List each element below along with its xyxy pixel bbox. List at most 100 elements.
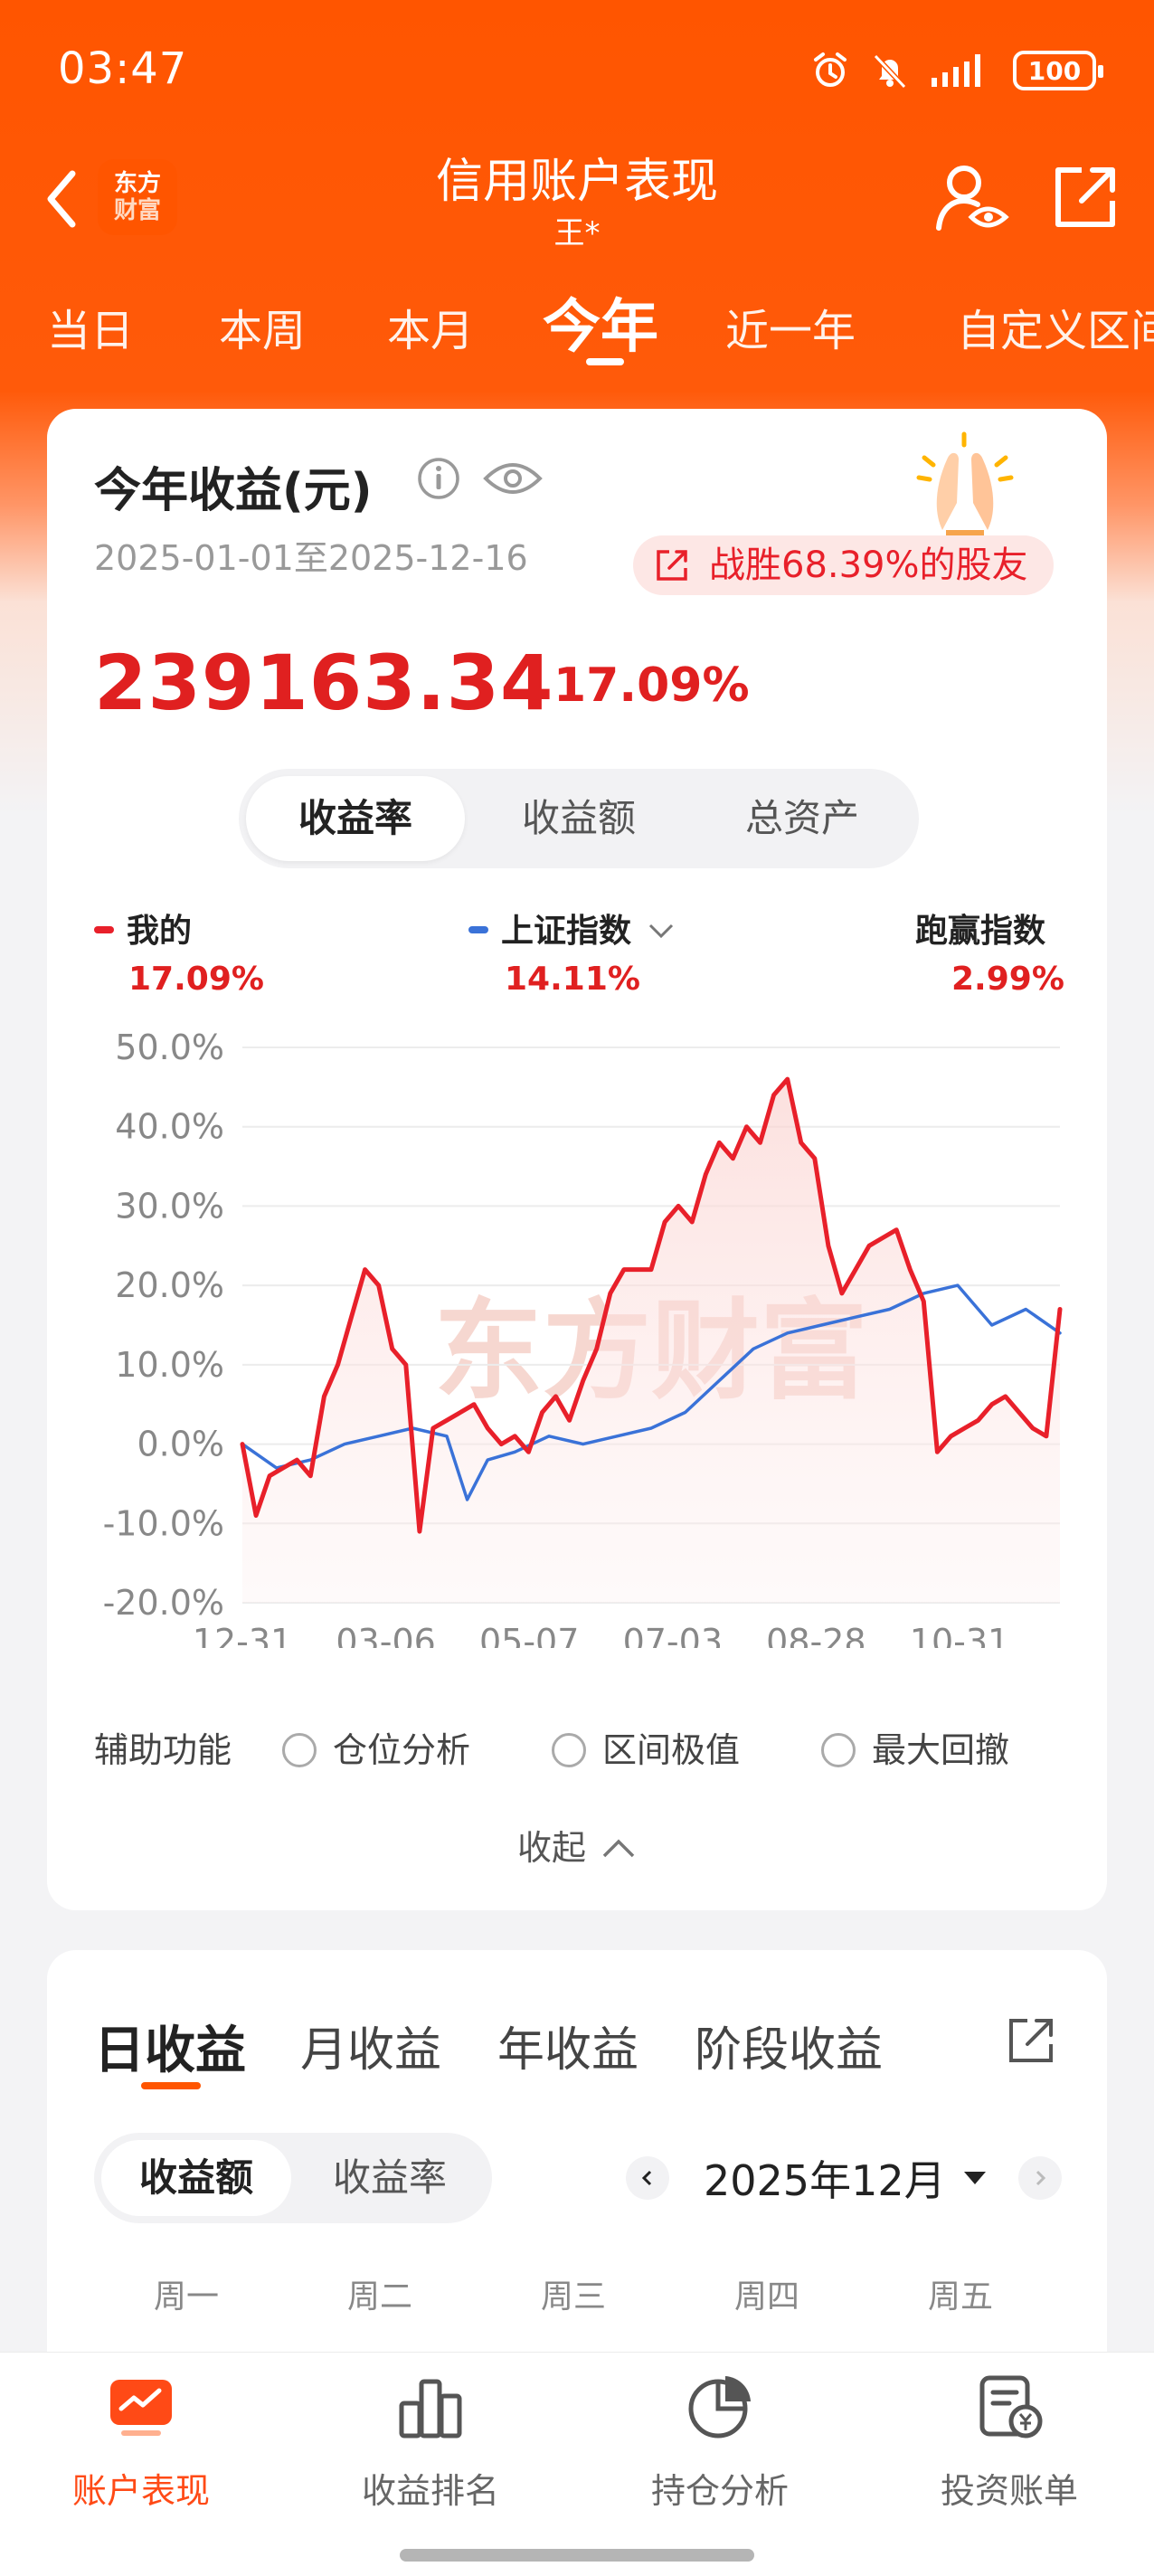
x-tick-label: 08-28	[766, 1622, 866, 1648]
status-bar: 03:47 100	[0, 0, 1154, 136]
tab-this-year[interactable]: 今年	[543, 280, 658, 364]
x-tick-label: 10-31	[910, 1622, 1009, 1648]
radio-icon	[821, 1732, 856, 1767]
tab-period-returns[interactable]: 阶段收益	[695, 2012, 883, 2079]
tab-custom-range[interactable]: 自定义区间	[957, 295, 1154, 358]
y-tick-label: -20.0%	[103, 1583, 224, 1623]
metric-return-rate[interactable]: 收益率	[246, 776, 465, 861]
series-area-fill	[242, 1079, 1060, 1603]
legend-outperform: 跑赢指数	[915, 904, 1045, 952]
nav-account-performance[interactable]: 账户表现	[14, 2371, 268, 2513]
calendar-metric-rate[interactable]: 收益率	[295, 2140, 485, 2216]
nav-label: 收益排名	[361, 2471, 499, 2511]
app-header: 东方 财富 信用账户表现 王*	[0, 136, 1154, 262]
aux-label: 辅助功能	[94, 1730, 232, 1770]
tab-last-year[interactable]: 近一年	[725, 295, 856, 358]
eye-icon[interactable]	[481, 456, 544, 501]
user-eye-icon[interactable]	[932, 157, 1013, 239]
legend-index-label: 上证指数	[501, 913, 632, 950]
tab-this-month[interactable]: 本月	[387, 295, 474, 358]
bill-icon	[979, 2375, 1043, 2439]
beat-peers-text: 战胜68.39%的股友	[709, 545, 1028, 586]
legend-mine-swatch	[94, 926, 114, 933]
nav-holding-analysis[interactable]: 持仓分析	[593, 2371, 847, 2513]
weekday-thu: 周四	[733, 2278, 799, 2316]
legend-mine: 我的	[94, 904, 192, 952]
return-line-chart[interactable]: 东方财富50.0%40.0%30.0%20.0%10.0%0.0%-10.0%-…	[47, 1015, 1107, 1648]
tab-daily-returns[interactable]: 日收益	[94, 2010, 246, 2083]
metric-total-assets[interactable]: 总资产	[693, 776, 912, 861]
summary-title: 今年收益(元)	[94, 464, 373, 518]
radio-icon	[282, 1732, 317, 1767]
legend-index-value: 14.11%	[505, 961, 640, 998]
nav-label: 投资账单	[940, 2471, 1078, 2511]
home-indicator	[400, 2549, 754, 2562]
beat-peers-badge[interactable]: 战胜68.39%的股友	[633, 535, 1054, 595]
battery-indicator: 100	[1013, 51, 1103, 90]
ytd-profit-percent: 17.09%	[553, 658, 750, 713]
x-tick-label: 07-03	[623, 1622, 723, 1648]
nav-return-ranking[interactable]: 收益排名	[304, 2371, 557, 2513]
share-small-icon	[657, 550, 687, 581]
aux-position-analysis[interactable]: 仓位分析	[282, 1722, 470, 1772]
info-icon[interactable]	[416, 456, 461, 501]
legend-index[interactable]: 上证指数	[468, 904, 675, 952]
date-range: 2025-01-01至2025-12-16	[94, 538, 528, 578]
legend-outperform-label: 跑赢指数	[915, 913, 1046, 950]
aux-option-label: 区间极值	[602, 1730, 741, 1770]
bottom-navigation: 账户表现 收益排名 持仓分析 投资账单	[0, 2352, 1154, 2576]
returns-summary-card: 今年收益(元) 2025-01-01至2025-12-16 战胜68.39%的股…	[47, 409, 1107, 1910]
collapse-label: 收起	[516, 1828, 586, 1868]
active-tab-indicator	[586, 358, 624, 365]
caret-down-icon[interactable]	[963, 2172, 986, 2184]
y-tick-label: -10.0%	[103, 1503, 224, 1543]
aux-max-drawdown[interactable]: 最大回撤	[821, 1722, 1009, 1772]
month-label[interactable]: 2025年12月	[704, 2148, 946, 2208]
tab-monthly-returns[interactable]: 月收益	[300, 2012, 441, 2079]
x-tick-label: 03-06	[336, 1622, 435, 1648]
month-navigator: 2025年12月	[626, 2142, 1062, 2214]
y-tick-label: 20.0%	[115, 1265, 224, 1305]
tab-this-week[interactable]: 本周	[219, 295, 306, 358]
aux-option-label: 最大回撤	[872, 1730, 1010, 1770]
chevron-down-icon	[648, 923, 674, 939]
status-icons: 100	[810, 51, 1103, 90]
tab-yearly-returns[interactable]: 年收益	[497, 2012, 638, 2079]
weekday-tue: 周二	[346, 2278, 412, 2316]
returns-tab-indicator	[141, 2082, 201, 2089]
y-tick-label: 40.0%	[115, 1107, 224, 1147]
legend-index-swatch	[468, 926, 488, 933]
nav-label: 持仓分析	[650, 2471, 789, 2511]
mute-bell-icon	[873, 53, 907, 90]
share-icon[interactable]	[1004, 2013, 1058, 2068]
weekday-mon: 周一	[153, 2278, 219, 2316]
x-tick-label: 05-07	[479, 1622, 579, 1648]
aux-option-label: 仓位分析	[333, 1730, 471, 1770]
y-tick-label: 30.0%	[115, 1186, 224, 1226]
metric-return-amount[interactable]: 收益额	[469, 776, 688, 861]
chevron-right-icon	[1036, 2170, 1045, 2186]
metric-switch: 收益率 收益额 总资产	[239, 769, 919, 868]
bar-ranking-icon	[399, 2379, 462, 2439]
collapse-button[interactable]: 收起	[47, 1820, 1107, 1870]
weekday-fri: 周五	[927, 2278, 993, 2316]
nav-investment-bill[interactable]: 投资账单	[883, 2371, 1136, 2513]
weekday-wed: 周三	[540, 2278, 606, 2316]
alarm-icon	[814, 52, 847, 87]
share-icon[interactable]	[1049, 161, 1121, 233]
ytd-profit-amount: 239163.34	[94, 639, 554, 727]
nav-label: 账户表现	[71, 2471, 210, 2511]
calendar-metric-amount[interactable]: 收益额	[101, 2140, 291, 2216]
legend-outperform-value: 2.99%	[951, 961, 1064, 998]
pie-chart-icon	[688, 2376, 751, 2439]
y-tick-label: 50.0%	[115, 1028, 224, 1067]
tab-today[interactable]: 当日	[47, 295, 134, 358]
signal-icon	[932, 54, 980, 87]
chevron-up-icon	[602, 1839, 635, 1857]
next-month-button[interactable]	[1017, 2156, 1062, 2200]
legend-mine-value: 17.09%	[128, 961, 264, 998]
period-tabs: 当日 本周 本月 今年 近一年 自定义区间	[0, 280, 1154, 371]
performance-chart-icon	[110, 2380, 172, 2436]
prev-month-button[interactable]	[626, 2156, 669, 2200]
aux-range-extremes[interactable]: 区间极值	[552, 1722, 740, 1772]
